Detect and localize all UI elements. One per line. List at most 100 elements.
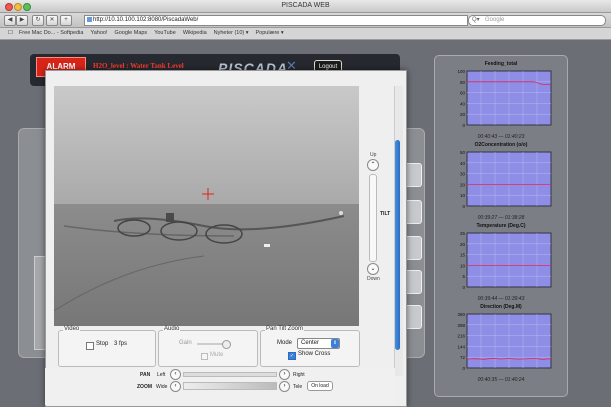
chart-title: Feeding_total (484, 61, 518, 67)
minimize-window-icon[interactable] (14, 3, 22, 11)
tilt-down-button[interactable]: ⌄ (367, 263, 379, 275)
camera-scene (54, 86, 359, 326)
url-field[interactable]: http://10.10.100.102:8080/PiscadaWeb/ (84, 15, 468, 26)
y-tick-label: 72 (460, 355, 466, 360)
y-tick-label: 20 (460, 112, 466, 117)
onload-button[interactable]: On load (307, 381, 333, 391)
pan-right-button[interactable]: › (279, 369, 290, 380)
show-cross-checkbox[interactable]: ✓ (288, 352, 296, 360)
mode-label: Mode (277, 340, 293, 346)
fps-label: 3 fps (114, 341, 128, 347)
trend-chart-2: O2Concentration (o/o) 50 40 30 20 10 0 00:39:… (445, 141, 557, 223)
stop-button[interactable]: ✕ (46, 15, 58, 26)
y-tick-label: 0 (462, 366, 465, 371)
gain-slider-knob[interactable] (222, 340, 231, 349)
y-tick-label: 0 (462, 204, 465, 209)
chart-plot-svg: 25 20 15 10 5 0 (460, 231, 552, 290)
ptz-group-label: Pan Tilt Zoom (265, 326, 305, 332)
audio-group: Audio Gain Mute (158, 326, 258, 367)
tilt-down-label: Down (367, 276, 380, 282)
zoom-label: ZOOM (137, 384, 152, 390)
zoom-slider[interactable] (183, 382, 277, 390)
y-tick-label: 0 (462, 285, 465, 290)
bookmark-4[interactable]: Wikipedia (183, 30, 207, 36)
close-window-icon[interactable] (5, 3, 13, 11)
y-tick-label: 80 (460, 80, 466, 85)
trend-chart-3: Temperature (Deg.C) 25 20 15 10 5 0 00:39:44 … (445, 222, 557, 304)
sky (54, 86, 359, 206)
bookmarks-book-icon[interactable]: ☐ (8, 30, 13, 36)
y-tick-label: 20 (460, 182, 466, 187)
mute-checkbox[interactable] (201, 353, 208, 360)
bookmark-1[interactable]: Yahoo! (90, 30, 107, 36)
stop-label: Stop (96, 341, 109, 347)
y-tick-label: 40 (460, 161, 466, 166)
y-tick-label: 20 (460, 242, 466, 247)
tilt-label: TILT (380, 211, 391, 217)
trend-panel: Feeding_total 100 80 60 40 20 0 00:40:43 — 01… (434, 55, 568, 397)
bookmark-5[interactable]: Nyheter (10) ▾ (214, 30, 249, 36)
stop-checkbox[interactable] (86, 342, 94, 350)
y-tick-label: 0 (462, 123, 465, 128)
pan-left-label: Left (157, 372, 166, 378)
search-icon: Q▾ (472, 17, 480, 23)
pan-right-label: Right (293, 372, 305, 378)
y-tick-label: 10 (460, 263, 466, 268)
gain-label: Gain (179, 340, 192, 346)
y-tick-label: 60 (460, 91, 466, 96)
y-tick-label: 100 (457, 69, 465, 74)
video-group-label: Video (63, 326, 81, 332)
site-icon (87, 17, 92, 22)
zoom-window-icon[interactable] (23, 3, 31, 11)
y-tick-label: 50 (460, 150, 466, 155)
y-tick-label: 144 (457, 344, 465, 349)
y-tick-label: 216 (457, 334, 465, 339)
chart-time-range: 00:40:35 — 01:40:24 (477, 377, 525, 383)
chart-plot-svg: 100 80 60 40 20 0 (457, 69, 552, 128)
camera-video-feed[interactable] (54, 86, 359, 326)
add-bookmark-button[interactable]: + (60, 15, 72, 26)
bookmarks-bar: ☐ Free Mac Do... - Softpedia Yahoo! Google … (0, 28, 611, 40)
y-tick-label: 40 (460, 101, 466, 106)
pan-zoom-controls: PAN Left ‹ › Right ZOOM Wide ‹ › Tele On… (45, 368, 395, 405)
zoom-wide-button[interactable]: ‹ (170, 381, 181, 392)
search-input[interactable]: Google (468, 15, 606, 26)
window-title: PISCADA WEB (281, 2, 330, 9)
ptz-group: Pan Tilt Zoom Mode Center ⇕ ✓ Show Cross (260, 326, 360, 367)
bookmark-6[interactable]: Populære ▾ (256, 30, 284, 36)
bookmark-2[interactable]: Google Maps (114, 30, 147, 36)
mode-select-arrow-icon[interactable]: ⇕ (331, 339, 339, 348)
zoom-tele-button[interactable]: › (279, 381, 290, 392)
y-tick-label: 288 (457, 323, 465, 328)
tilt-panel: Up ⌃ TILT ⌄ Down (360, 86, 392, 326)
tilt-slider-track[interactable] (369, 174, 377, 262)
chart-title: Temperature (Deg.C) (476, 223, 526, 229)
reload-button[interactable]: ↻ (32, 15, 44, 26)
bookmark-0[interactable]: Free Mac Do... - Softpedia (19, 30, 84, 36)
y-tick-label: 30 (460, 172, 466, 177)
popup-scroll-thumb[interactable] (395, 140, 400, 350)
y-tick-label: 10 (460, 193, 466, 198)
trend-chart-4: Direction (Deg.M) 360 288 216 144 72 0 00:40:… (445, 303, 557, 385)
chart-title: Direction (Deg.M) (480, 304, 522, 310)
chart-plot-svg: 50 40 30 20 10 0 (460, 150, 552, 209)
alarm-message: H2O_level : Water Tank Level (93, 62, 184, 70)
y-tick-label: 25 (460, 231, 466, 236)
chart-plot-svg: 360 288 216 144 72 0 (457, 312, 552, 371)
back-button[interactable]: ◀ (4, 15, 16, 26)
tilt-up-button[interactable]: ⌃ (367, 159, 379, 171)
forward-button[interactable]: ▶ (16, 15, 28, 26)
bookmark-3[interactable]: YouTube (154, 30, 176, 36)
y-tick-label: 5 (462, 274, 465, 279)
show-cross-label: Show Cross (298, 351, 331, 357)
pan-label: PAN (140, 372, 151, 378)
zoom-wide-label: Wide (156, 384, 168, 390)
pan-slider[interactable] (183, 372, 277, 377)
tilt-up-label: Up (370, 152, 377, 158)
browser-toolbar: ◀ ▶ ↻ ✕ + http://10.10.100.102:8080/Pisc… (0, 13, 611, 28)
video-group: Video Stop 3 fps (58, 326, 156, 367)
trend-chart-1: Feeding_total 100 80 60 40 20 0 00:40:43 — 01… (445, 60, 557, 142)
zoom-tele-label: Tele (293, 384, 303, 390)
pan-left-button[interactable]: ‹ (170, 369, 181, 380)
audio-group-label: Audio (163, 326, 181, 332)
